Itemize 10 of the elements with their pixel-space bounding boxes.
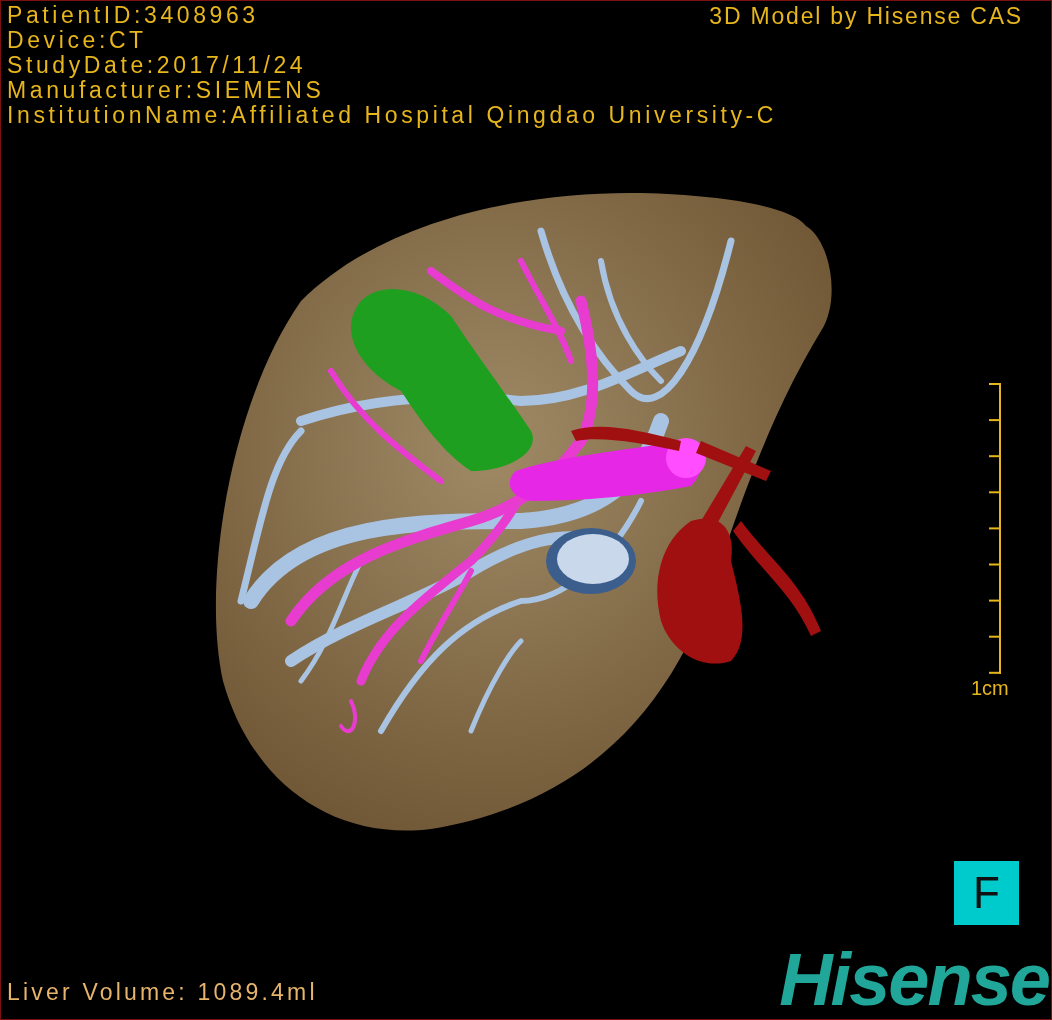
info-text: Device:CT <box>7 28 147 53</box>
orientation-button[interactable]: F <box>954 861 1019 925</box>
brand-logo: Hisense <box>779 943 1049 1017</box>
scale-label: 1cm <box>971 676 1009 701</box>
volume-text: Liver Volume: 1089.4ml <box>7 980 318 1005</box>
info-text: InstitutionName:Affiliated Hospital Qingdao University-C <box>7 103 778 128</box>
caption-text: 3D Model by Hisense CAS <box>709 4 1023 29</box>
info-text: StudyDate:2017/11/24 <box>7 53 307 78</box>
info-text: PatientID:3408963 <box>7 3 259 28</box>
info-text: Manufacturer:SIEMENS <box>7 78 325 103</box>
